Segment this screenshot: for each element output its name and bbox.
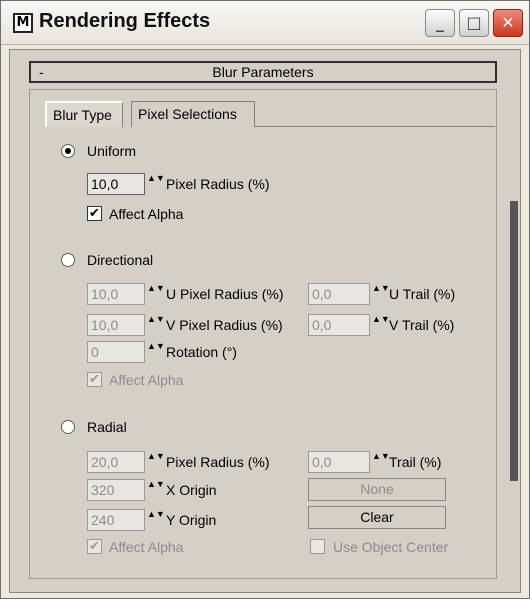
u-pixel-radius-label: U Pixel Radius (%) [166,286,284,302]
clear-button[interactable]: Clear [308,506,446,529]
rotation-label: Rotation (°) [166,344,237,360]
x-origin-spinner[interactable]: ▲▼ [147,479,165,501]
radial-pixel-radius-input[interactable]: 20,0 [87,451,145,473]
rollout-title: Blur Parameters [212,64,314,80]
radial-pixel-radius-label: Pixel Radius (%) [166,454,270,470]
v-pixel-radius-spinner[interactable]: ▲▼ [147,314,165,336]
u-pixel-radius-input[interactable]: 10,0 [87,283,145,305]
directional-label: Directional [87,252,154,268]
x-origin-input[interactable]: 320 [87,479,145,501]
u-trail-label: U Trail (%) [389,286,456,302]
use-object-center-label: Use Object Center [333,539,449,555]
tab-blur-type[interactable]: Blur Type [45,101,123,127]
y-origin-input[interactable]: 240 [87,509,145,531]
radial-label: Radial [87,419,127,435]
v-pixel-radius-label: V Pixel Radius (%) [166,317,283,333]
v-trail-input[interactable]: 0,0 [308,314,370,336]
uniform-affect-alpha-label: Affect Alpha [109,206,184,222]
uniform-radio[interactable] [61,144,75,158]
uniform-affect-alpha-checkbox[interactable]: ✔ [87,206,102,221]
rendering-effects-window: M Rendering Effects _ □ ✕ - Blur Paramet… [0,0,530,599]
rotation-spinner[interactable]: ▲▼ [147,341,165,363]
minimize-button[interactable]: _ [425,9,455,37]
radial-trail-spinner[interactable]: ▲▼ [372,451,390,473]
v-trail-spinner[interactable]: ▲▼ [372,314,390,336]
radial-trail-label: Trail (%) [389,454,442,470]
tab-divider [255,126,495,127]
directional-radio[interactable] [61,253,75,267]
maximize-button[interactable]: □ [459,9,489,37]
tab-pixel-selections[interactable]: Pixel Selections [131,101,255,127]
uniform-pixel-radius-spinner[interactable]: ▲▼ [147,173,165,195]
title-bar[interactable]: M Rendering Effects _ □ ✕ [1,1,529,45]
radial-affect-alpha-checkbox[interactable]: ✔ [87,539,102,554]
app-icon: M [13,13,33,33]
y-origin-spinner[interactable]: ▲▼ [147,509,165,531]
blur-parameters-rollout-header[interactable]: - Blur Parameters [29,61,497,83]
u-pixel-radius-spinner[interactable]: ▲▼ [147,283,165,305]
v-pixel-radius-input[interactable]: 10,0 [87,314,145,336]
use-object-center-checkbox[interactable] [310,539,325,554]
v-trail-label: V Trail (%) [389,317,455,333]
none-button[interactable]: None [308,478,446,501]
uniform-pixel-radius-label: Pixel Radius (%) [166,176,270,192]
radial-affect-alpha-label: Affect Alpha [109,539,184,555]
u-trail-spinner[interactable]: ▲▼ [372,283,390,305]
rotation-input[interactable]: 0 [87,341,145,363]
close-button[interactable]: ✕ [493,9,523,37]
uniform-pixel-radius-input[interactable]: 10,0 [87,173,145,195]
y-origin-label: Y Origin [166,512,217,528]
window-title: Rendering Effects [39,10,211,32]
directional-affect-alpha-checkbox[interactable]: ✔ [87,372,102,387]
radial-radio[interactable] [61,420,75,434]
directional-affect-alpha-label: Affect Alpha [109,372,184,388]
uniform-label: Uniform [87,143,137,159]
x-origin-label: X Origin [166,482,217,498]
u-trail-input[interactable]: 0,0 [308,283,370,305]
radial-pixel-radius-spinner[interactable]: ▲▼ [147,451,165,473]
scrollbar-thumb[interactable] [510,201,518,481]
radial-trail-input[interactable]: 0,0 [308,451,370,473]
